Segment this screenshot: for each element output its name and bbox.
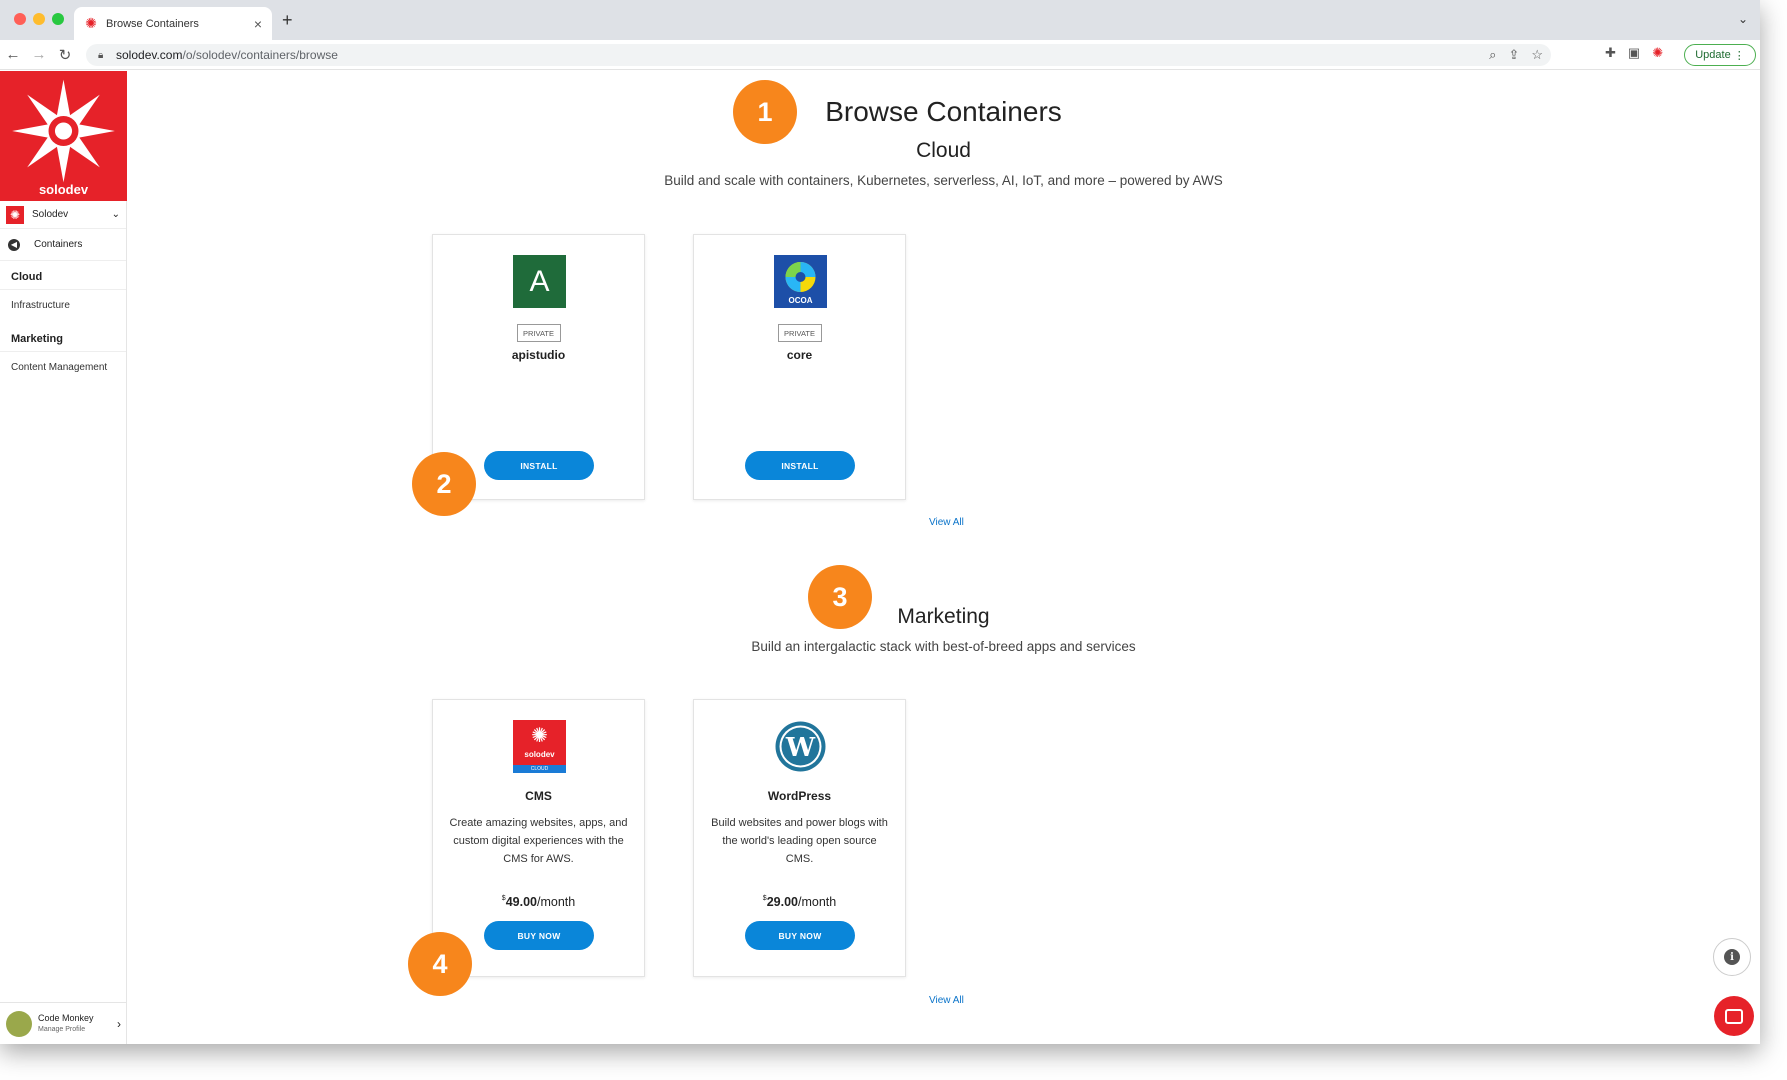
price-period: /month xyxy=(797,895,837,909)
brand-logo[interactable]: solodev xyxy=(0,71,127,201)
callout-badge-4: 4 xyxy=(408,932,472,996)
install-button[interactable]: INSTALL xyxy=(484,451,594,480)
close-window-button[interactable] xyxy=(14,13,26,25)
info-icon: i xyxy=(1724,949,1740,965)
chevron-down-icon: ⌄ xyxy=(111,209,120,220)
private-badge: PRIVATE xyxy=(777,324,822,342)
share-icon[interactable]: ⇪ xyxy=(1508,47,1519,63)
card-description: Create amazing websites, apps, and custo… xyxy=(449,817,628,865)
card-name: WordPress xyxy=(767,789,832,803)
price-period: /month xyxy=(536,895,576,909)
apistudio-logo: A xyxy=(513,255,566,308)
cloud-logo-strip: CLOUD xyxy=(513,765,566,773)
marketing-view-all-link[interactable]: View All xyxy=(929,995,964,1006)
solodev-favicon-icon: ✺ xyxy=(85,15,97,31)
org-logo-icon: ✺ xyxy=(6,205,24,224)
reload-icon[interactable]: ↻ xyxy=(52,46,78,64)
price-amount: 29.00 xyxy=(766,895,798,909)
back-arrow-icon[interactable]: ← xyxy=(0,46,26,63)
info-button[interactable]: i xyxy=(1713,938,1751,976)
buy-now-button[interactable]: BUY NOW xyxy=(745,921,855,950)
wordpress-logo: W xyxy=(774,720,827,773)
sidebar-section-marketing[interactable]: Marketing xyxy=(0,323,126,352)
back-circle-icon: ◀ xyxy=(8,238,20,251)
container-card-core: OCOA PRIVATE core INSTALL xyxy=(693,234,906,500)
ocoa-logo: OCOA xyxy=(774,255,827,308)
app-card-wordpress: W WordPress Build websites and power blo… xyxy=(693,699,906,977)
wordpress-icon: W xyxy=(775,721,826,772)
profile-name: Code Monkey xyxy=(38,1012,94,1023)
solodev-cloud-logo: ✺ solodev CLOUD xyxy=(513,720,566,773)
sidebar-section-cloud[interactable]: Cloud xyxy=(0,261,126,290)
address-bar[interactable]: 🔒︎ solodev.com/o/solodev/containers/brow… xyxy=(86,44,1551,66)
card-name: apistudio xyxy=(511,348,566,362)
containers-link-label: Containers xyxy=(34,239,83,250)
zoom-icon[interactable]: ⌕ xyxy=(1489,47,1496,63)
browser-toolbar: ← → ↻ 🔒︎ solodev.com/o/solodev/container… xyxy=(0,40,1760,70)
update-button[interactable]: Update ⋮ xyxy=(1684,44,1756,66)
extensions-puzzle-icon[interactable]: ✚ xyxy=(1605,45,1616,61)
bookmark-star-icon[interactable]: ☆ xyxy=(1531,47,1543,63)
close-tab-icon[interactable]: × xyxy=(254,16,262,32)
url-path: /o/solodev/containers/browse xyxy=(182,48,338,62)
solodev-star-icon: ✺ xyxy=(531,725,548,747)
containers-back-link[interactable]: ◀ Containers xyxy=(0,229,126,261)
sidebar-item-content-management[interactable]: Content Management xyxy=(0,352,126,385)
card-name: core xyxy=(786,348,813,362)
card-price: $29.00/month xyxy=(694,895,905,909)
card-price: $49.00/month xyxy=(433,895,644,909)
tab-title: Browse Containers xyxy=(106,17,199,30)
update-label: Update xyxy=(1695,49,1731,61)
chat-icon xyxy=(1725,1008,1743,1024)
install-button[interactable]: INSTALL xyxy=(745,451,855,480)
manage-profile-link[interactable]: Manage Profile xyxy=(38,1024,94,1036)
new-tab-button[interactable]: + xyxy=(282,10,293,31)
marketing-heading: Marketing xyxy=(897,605,990,628)
solodev-extension-icon[interactable]: ✺ xyxy=(1652,45,1663,61)
minimize-window-button[interactable] xyxy=(33,13,45,25)
card-description: Build websites and power blogs with the … xyxy=(711,817,888,865)
tab-search-icon[interactable]: ⌄ xyxy=(1738,12,1748,26)
chat-button[interactable] xyxy=(1714,996,1754,1036)
solodev-star-logo-icon xyxy=(12,79,115,183)
tab-strip: ✺ Browse Containers × + ⌄ xyxy=(0,0,1760,40)
solodev-logo-text: solodev xyxy=(524,750,555,759)
sidebar-item-infrastructure[interactable]: Infrastructure xyxy=(0,290,126,323)
app-card-cms: ✺ solodev CLOUD CMS Create amazing websi… xyxy=(432,699,645,977)
price-amount: 49.00 xyxy=(505,895,537,909)
cloud-view-all-link[interactable]: View All xyxy=(929,517,964,528)
card-name: CMS xyxy=(525,789,552,803)
org-name: Solodev xyxy=(32,209,69,220)
main-content: Browse Containers Cloud Build and scale … xyxy=(127,71,1760,1044)
wordpress-letter: W xyxy=(785,733,816,763)
cloud-heading: Cloud xyxy=(916,139,971,162)
lock-icon: 🔒︎ xyxy=(98,49,104,61)
browser-window: ✺ Browse Containers × + ⌄ ← → ↻ 🔒︎ solod… xyxy=(0,0,1760,1044)
brand-name: solodev xyxy=(38,182,89,197)
chevron-right-icon: › xyxy=(117,1016,121,1031)
private-badge: PRIVATE xyxy=(516,324,561,342)
side-panel-icon[interactable]: ▣ xyxy=(1628,45,1640,61)
cloud-subtitle: Build and scale with containers, Kuberne… xyxy=(664,173,1223,188)
page-title: Browse Containers xyxy=(825,96,1062,127)
url-host: solodev.com xyxy=(116,48,183,62)
callout-badge-2: 2 xyxy=(412,452,476,516)
callout-badge-1: 1 xyxy=(733,80,797,144)
forward-arrow-icon[interactable]: → xyxy=(26,46,52,63)
avatar xyxy=(6,1010,32,1037)
org-selector[interactable]: ✺ Solodev ⌄ xyxy=(0,201,126,229)
profile-menu[interactable]: Code Monkey Manage Profile › xyxy=(0,1002,127,1044)
buy-now-button[interactable]: BUY NOW xyxy=(484,921,594,950)
callout-badge-3: 3 xyxy=(808,565,872,629)
sidebar: solodev ✺ Solodev ⌄ ◀ Containers Cloud I… xyxy=(0,71,127,1044)
maximize-window-button[interactable] xyxy=(52,13,64,25)
ocoa-logo-text: OCOA xyxy=(788,296,813,305)
marketing-subtitle: Build an intergalactic stack with best-o… xyxy=(751,639,1136,654)
browser-tab[interactable]: ✺ Browse Containers × xyxy=(74,7,272,40)
